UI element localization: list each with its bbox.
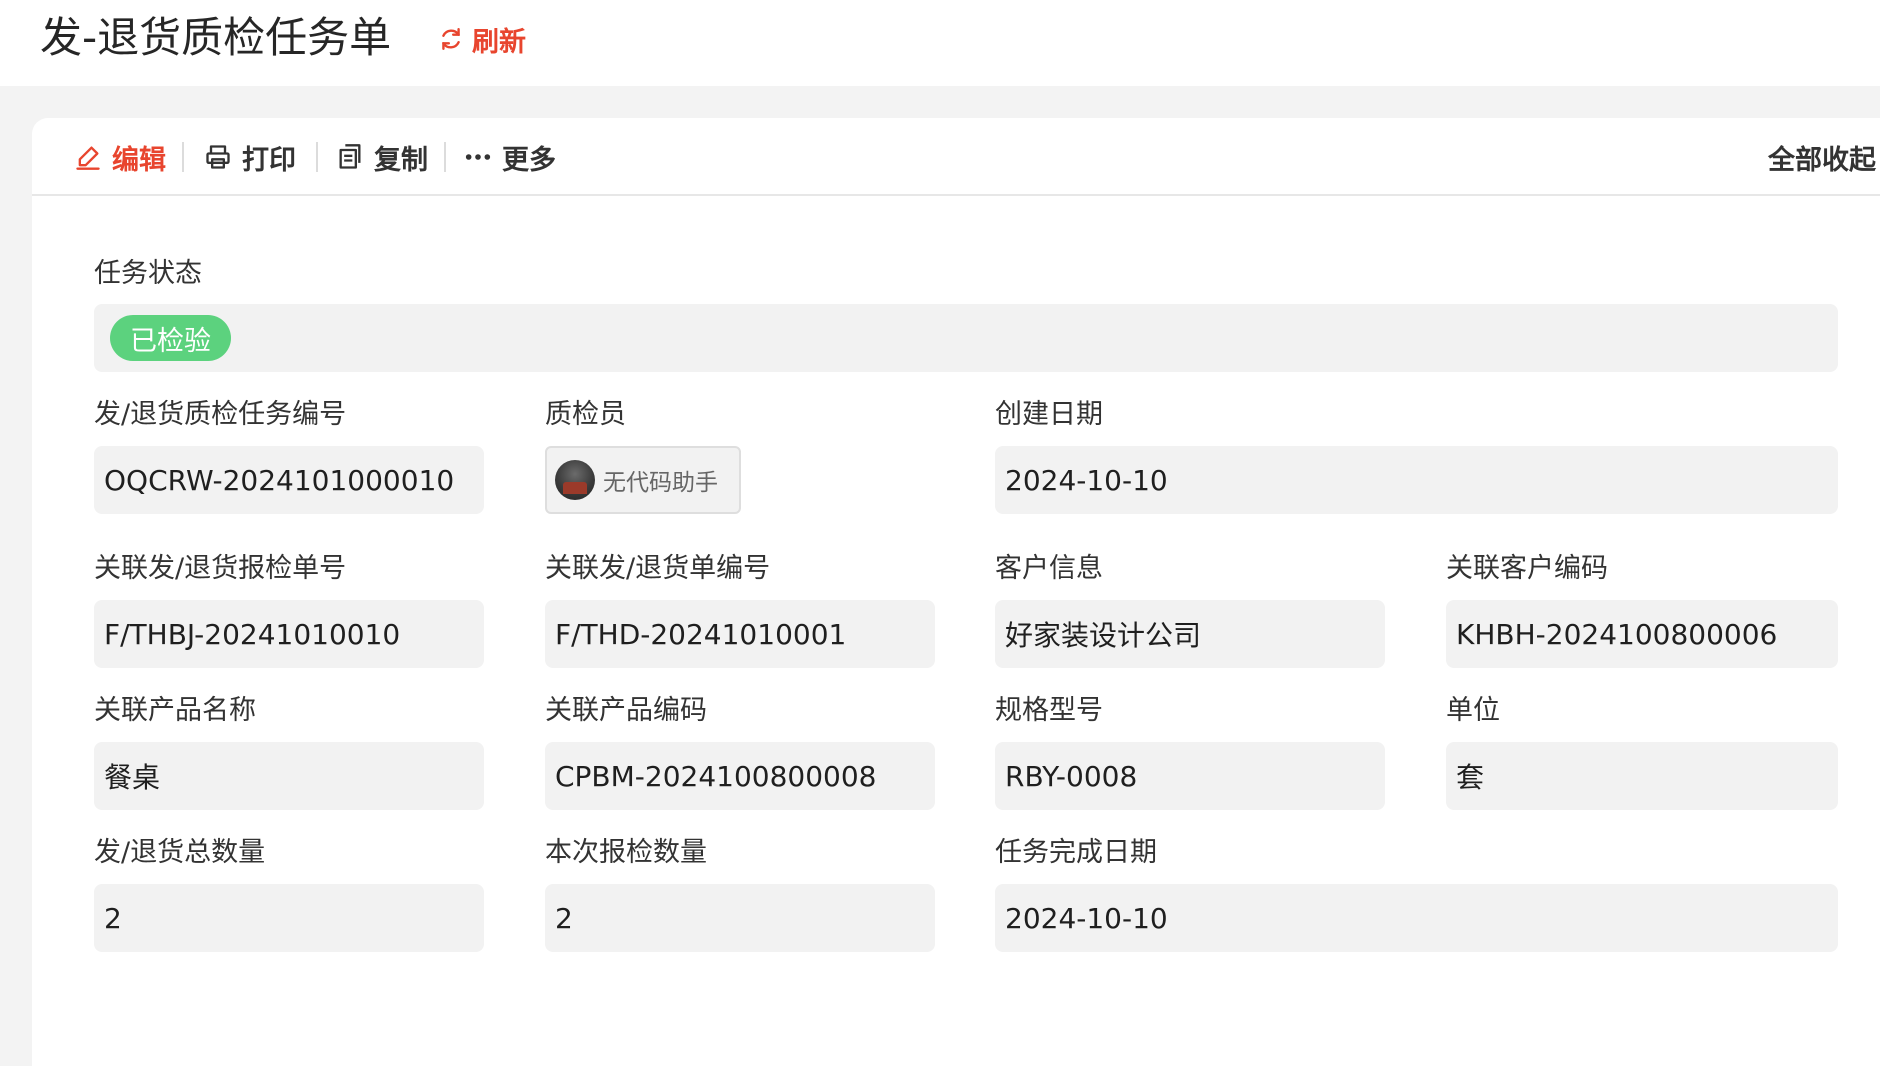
toolbar-divider: [444, 142, 446, 172]
unit-label: 单位: [1446, 695, 1500, 726]
task-status-field: 已检验: [94, 304, 1838, 372]
refresh-label: 刷新: [472, 26, 526, 58]
top-header: 发-退货质检任务单 刷新: [0, 0, 1880, 86]
copy-icon: [339, 144, 361, 169]
product-code-label: 关联产品编码: [545, 695, 707, 726]
product-code-field: CPBM-2024100800008: [545, 742, 935, 810]
page-title: 发-退货质检任务单: [40, 13, 392, 62]
finish-date-label: 任务完成日期: [995, 837, 1157, 868]
inspector-label: 质检员: [545, 399, 626, 430]
printer-icon: [206, 145, 230, 169]
total-qty-label: 发/退货总数量: [94, 837, 266, 868]
copy-label: 复制: [374, 144, 428, 176]
toolbar-divider: [182, 142, 184, 172]
copy-button[interactable]: 复制: [336, 138, 428, 176]
spec-field: RBY-0008: [995, 742, 1385, 810]
order-no-label: 关联发/退货单编号: [545, 553, 771, 584]
print-button[interactable]: 打印: [204, 138, 296, 176]
more-button[interactable]: 更多: [464, 138, 556, 176]
status-badge: 已检验: [110, 315, 231, 361]
inspect-qty-label: 本次报检数量: [545, 837, 707, 868]
print-label: 打印: [242, 144, 296, 176]
spec-label: 规格型号: [995, 695, 1103, 726]
more-label: 更多: [502, 144, 556, 176]
total-qty-field: 2: [94, 884, 484, 952]
collapse-all-button[interactable]: 全部收起: [1768, 138, 1876, 176]
edit-icon: [76, 146, 100, 170]
order-no-field: F/THD-20241010001: [545, 600, 935, 668]
product-name-label: 关联产品名称: [94, 695, 256, 726]
customer-label: 客户信息: [995, 553, 1103, 584]
customer-code-field: KHBH-2024100800006: [1446, 600, 1838, 668]
task-no-label: 发/退货质检任务编号: [94, 399, 347, 430]
inspector-name: 无代码助手: [603, 470, 718, 496]
task-status-label: 任务状态: [94, 258, 202, 289]
task-no-field: OQCRW-2024101000010: [94, 446, 484, 514]
customer-field: 好家装设计公司: [995, 600, 1385, 668]
report-no-field: F/THBJ-20241010010: [94, 600, 484, 668]
refresh-icon: [442, 28, 460, 50]
finish-date-field: 2024-10-10: [995, 884, 1838, 952]
refresh-button[interactable]: 刷新: [438, 20, 526, 58]
inspect-qty-field: 2: [545, 884, 935, 952]
create-date-field: 2024-10-10: [995, 446, 1838, 514]
avatar: [555, 460, 595, 500]
create-date-label: 创建日期: [995, 399, 1103, 430]
report-no-label: 关联发/退货报检单号: [94, 553, 347, 584]
toolbar-divider: [316, 142, 318, 172]
edit-button[interactable]: 编辑: [74, 138, 166, 176]
customer-code-label: 关联客户编码: [1446, 553, 1608, 584]
product-name-field: 餐桌: [94, 742, 484, 810]
more-dots-icon: [465, 154, 491, 160]
action-toolbar: 编辑 打印 复制 更多 全部收起: [32, 118, 1880, 196]
inspector-chip[interactable]: 无代码助手: [545, 446, 741, 514]
unit-field: 套: [1446, 742, 1838, 810]
edit-label: 编辑: [112, 144, 166, 176]
